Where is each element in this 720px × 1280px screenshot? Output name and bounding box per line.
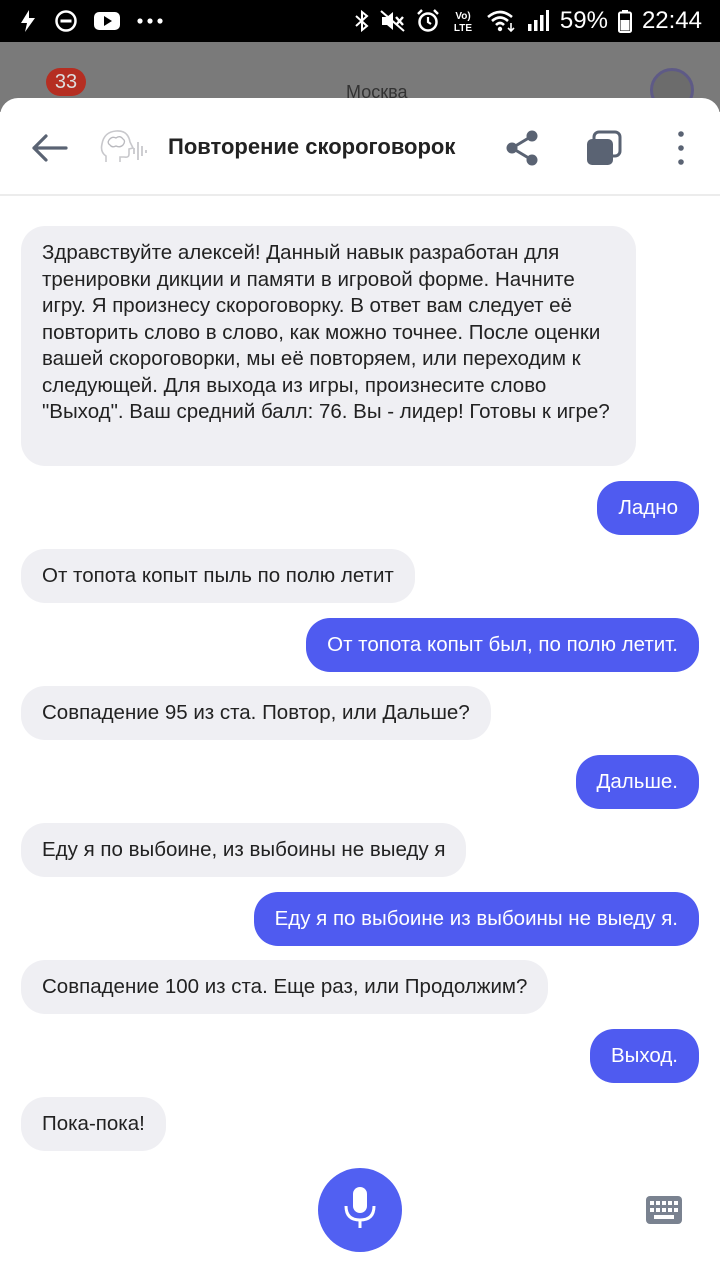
- user-message: От топота копыт был, по полю летит.: [306, 618, 699, 672]
- flash-icon: [18, 9, 38, 33]
- wifi-icon: [486, 9, 516, 33]
- clock: 22:44: [641, 7, 702, 34]
- do-not-disturb-icon: [54, 9, 78, 33]
- copy-icon[interactable]: [582, 128, 626, 168]
- bot-message: Здравствуйте алексей! Данный навык разра…: [21, 226, 636, 466]
- svg-text:Vo): Vo): [455, 11, 470, 22]
- battery-icon: [617, 9, 632, 33]
- user-message: Ладно: [597, 481, 699, 535]
- battery-percent: 59%: [559, 7, 608, 34]
- svg-text:LTE: LTE: [454, 23, 472, 34]
- share-icon[interactable]: [502, 128, 544, 168]
- user-message: Еду я по выбоине из выбоины не выеду я.: [253, 892, 699, 946]
- mute-icon: [380, 9, 406, 33]
- signal-icon: [526, 9, 550, 33]
- keyboard-icon[interactable]: [646, 1196, 682, 1224]
- back-arrow-icon[interactable]: [28, 128, 72, 168]
- bot-message: От топота копыт пыль по полю летит: [21, 549, 415, 603]
- bluetooth-icon: [354, 9, 370, 33]
- youtube-icon: [94, 11, 120, 31]
- more-vertical-icon[interactable]: [668, 128, 694, 168]
- status-bar: Vo) LTE 59% 22:44: [0, 0, 720, 42]
- bot-message: Еду я по выбоине, из выбоины не выеду я: [21, 823, 467, 877]
- notification-badge: 33: [46, 68, 86, 96]
- microphone-icon: [340, 1184, 380, 1237]
- brain-skill-icon: [98, 126, 150, 168]
- bot-message: Совпадение 95 из ста. Повтор, или Дальше…: [21, 686, 491, 740]
- bot-message: Совпадение 100 из ста. Еще раз, или Прод…: [21, 960, 549, 1014]
- volte-icon: Vo) LTE: [450, 8, 476, 34]
- skill-title: Повторение скороговорок: [168, 134, 456, 159]
- bot-message: Пока-пока!: [21, 1097, 166, 1151]
- user-message: Дальше.: [575, 755, 699, 809]
- more-notifications-icon: [136, 17, 164, 25]
- user-message: Выход.: [589, 1029, 699, 1083]
- alarm-icon: [416, 9, 440, 33]
- chat-header: Повторение скороговорок: [0, 98, 720, 196]
- microphone-button[interactable]: [318, 1168, 402, 1252]
